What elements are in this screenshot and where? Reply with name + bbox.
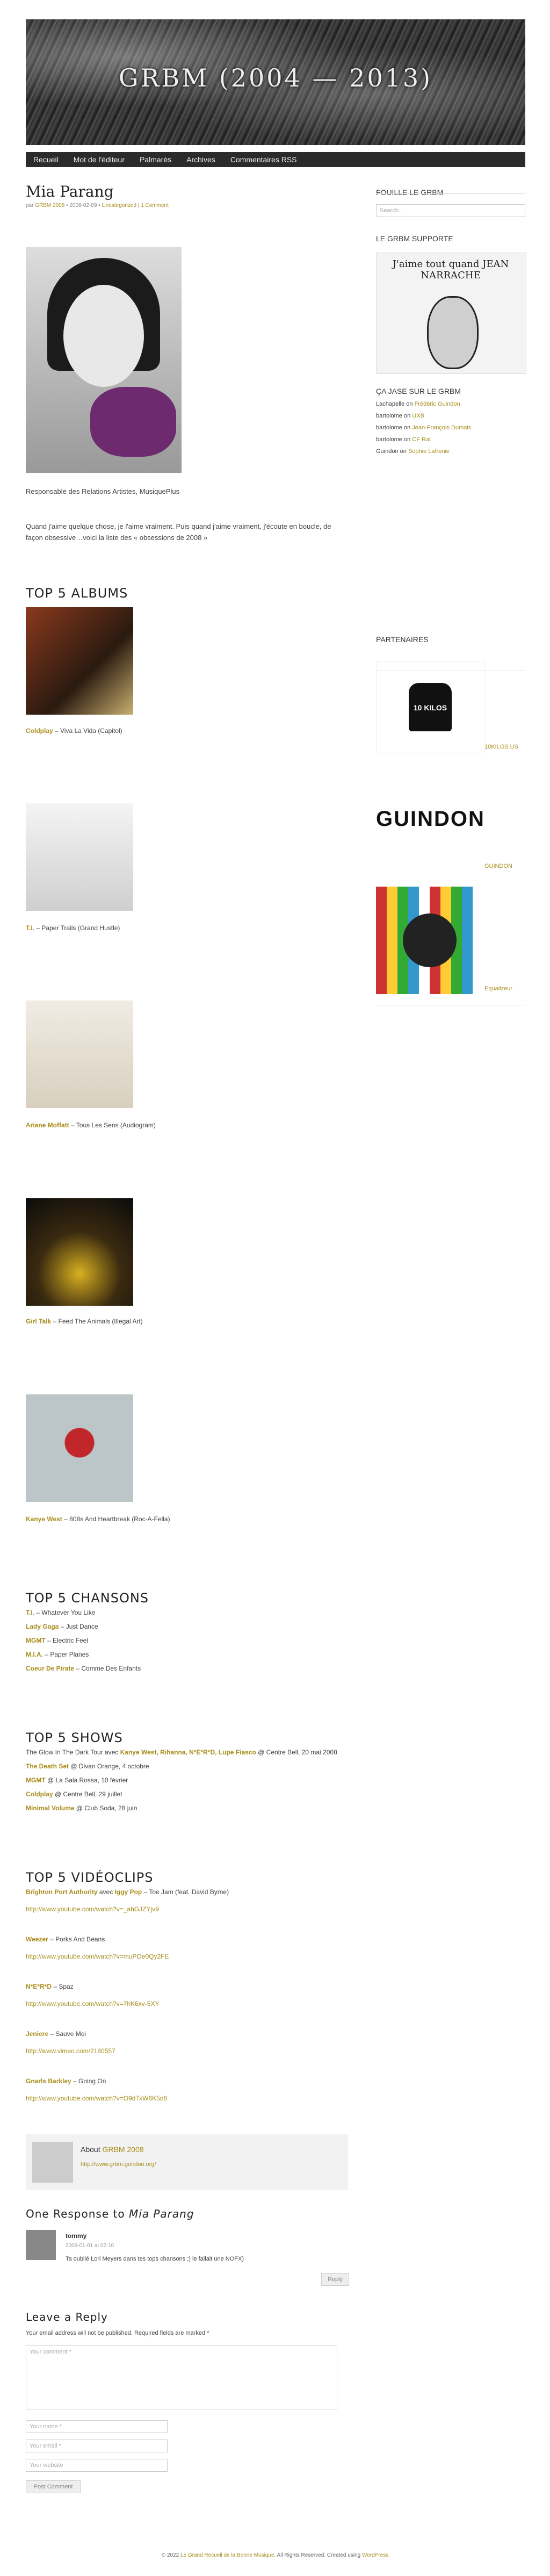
clips-heading: TOP 5 VIDÉOCLIPS <box>26 1870 154 1885</box>
comment-date[interactable]: 2009-01-01 at 02:10 <box>66 2243 114 2249</box>
post-meta: par GRBM 2008 • 2008-02-09 • Uncategoriz… <box>26 203 169 208</box>
nav-item-palmares[interactable]: Palmarès <box>132 152 179 167</box>
clip-url[interactable]: http://www.youtube.com/watch?v=muPOe0Qy2… <box>26 1953 169 1960</box>
comment-textarea[interactable]: Your comment * <box>26 2345 337 2409</box>
category-link[interactable]: Uncategorized <box>102 203 136 208</box>
reply-heading: Leave a Reply <box>26 2311 108 2323</box>
support-title: LE GRBM SUPPORTE <box>376 234 453 243</box>
mask-illustration <box>427 296 479 369</box>
post-comment-button[interactable]: Post Comment <box>26 2480 81 2493</box>
partner-logo-10kilos[interactable]: 10 KILOS <box>376 661 484 753</box>
clip-url[interactable]: http://www.vimeo.com/2180557 <box>26 2047 115 2055</box>
clip-item: Gnarls Barkley – Going On <box>26 2077 106 2085</box>
comment-author[interactable]: tommy <box>66 2232 86 2240</box>
partner-logo-equalizeur[interactable] <box>376 887 483 994</box>
show-item: Coldplay @ Centre Bell, 29 juillet <box>26 1790 122 1798</box>
post-title: Mia Parang <box>26 183 114 200</box>
divider <box>376 193 525 194</box>
role-text: Responsable des Relations Artistes, Musi… <box>26 487 180 495</box>
nav-item-archives[interactable]: Archives <box>179 152 223 167</box>
nav-item-rss[interactable]: Commentaires RSS <box>223 152 305 167</box>
songs-heading: TOP 5 CHANSONS <box>26 1591 149 1606</box>
recent-comment: Lachapelle on Frédéric Guindon <box>376 401 460 407</box>
clip-url[interactable]: http://www.youtube.com/watch?v=O9d7xW6K5… <box>26 2095 167 2102</box>
author-url[interactable]: http://www.grbm.gondon.org/ <box>81 2161 156 2168</box>
search-widget-title: FOUILLE LE GRBM <box>376 188 444 197</box>
recent-comment: bartolome on UXB <box>376 413 424 419</box>
intro-quote: Quand j'aime quelque chose, je l'aime vr… <box>26 522 331 542</box>
album-caption: Coldplay – Viva La Vida (Capitol) <box>26 727 122 735</box>
shows-heading: TOP 5 SHOWS <box>26 1730 123 1745</box>
commenter-avatar <box>26 2230 56 2260</box>
recent-comment: bartolome on Jean-François Dumais <box>376 424 472 431</box>
album-caption: Ariane Moffatt – Tous Les Sens (Audiogra… <box>26 1121 156 1129</box>
album-caption: Kanye West – 808s And Heartbreak (Roc-A-… <box>26 1515 170 1523</box>
album-cover-ariane[interactable] <box>26 1001 133 1108</box>
album-cover-girltalk[interactable] <box>26 1198 133 1306</box>
footer-site-link[interactable]: Le Grand Recueil de la Bonne Musique <box>180 2552 274 2558</box>
about-author-box: About GRBM 2008 http://www.grbm.gondon.o… <box>26 2134 348 2190</box>
author-avatar <box>32 2142 73 2183</box>
album-caption: Girl Talk – Feed The Animals (Illegal Ar… <box>26 1318 143 1325</box>
albums-heading: TOP 5 ALBUMS <box>26 586 128 601</box>
clip-item: Jeniere – Sauve Moi <box>26 2030 86 2038</box>
partner-link[interactable]: Equalizeur <box>484 985 512 992</box>
show-item: The Death Set @ Divan Orange, 4 octobre <box>26 1762 149 1770</box>
recent-comment: bartolome on CF Rat <box>376 436 431 443</box>
show-item: MGMT @ La Sala Rossa, 10 février <box>26 1776 128 1784</box>
song-item: Coeur De Pirate – Comme Des Enfants <box>26 1665 141 1672</box>
comment-text: Ta oublié Lori Meyers dans tes tops chan… <box>66 2256 244 2262</box>
site-title[interactable]: GRBM (2004 — 2013) <box>26 63 525 92</box>
comments-heading: One Response to Mia Parang <box>26 2207 194 2220</box>
album-cover-kanye[interactable] <box>26 1394 133 1502</box>
partners-title: PARTENAIRES <box>376 635 429 644</box>
jase-title: ÇA JASE SUR LE GRBM <box>376 387 461 395</box>
footer-tool-link[interactable]: WordPress <box>362 2552 388 2558</box>
nav-item-recueil[interactable]: Recueil <box>26 152 66 167</box>
clip-item: Weezer – Porks And Beans <box>26 1935 105 1943</box>
clip-item: Brighton Port Authority avec Iggy Pop – … <box>26 1888 229 1896</box>
song-item: MGMT – Electric Feel <box>26 1637 89 1644</box>
clip-item: N*E*R*D – Spaz <box>26 1983 74 1990</box>
support-poster[interactable]: J'aime tout quand JEAN NARRACHE <box>376 253 526 374</box>
recent-comment: Guindon on Sophie Lafrenie <box>376 448 450 455</box>
song-item: T.I. – Whatever You Like <box>26 1609 96 1616</box>
partner-link[interactable]: GUINDON <box>484 863 512 869</box>
show-item: Minimal Volume @ Club Soda, 28 juin <box>26 1804 138 1812</box>
post-date: 2008-02-09 <box>69 203 97 208</box>
album-cover-coldplay[interactable] <box>26 607 133 715</box>
partner-logo-guindon[interactable]: GUINDON <box>376 780 484 872</box>
album-cover-ti[interactable] <box>26 803 133 911</box>
search-input[interactable]: Search... <box>376 204 525 217</box>
support-poster-text: J'aime tout quand JEAN NARRACHE <box>392 258 509 281</box>
partner-link[interactable]: 10KILOS.US <box>484 744 518 750</box>
portrait-photo <box>26 247 182 473</box>
main-nav: Recueil Mot de l'éditeur Palmarès Archiv… <box>26 152 525 167</box>
author-name-link[interactable]: GRBM 2008 <box>102 2145 143 2154</box>
reply-button[interactable]: Reply <box>321 2273 349 2286</box>
reply-note: Your email address will not be published… <box>26 2330 209 2336</box>
site-banner[interactable]: GRBM (2004 — 2013) <box>26 19 525 145</box>
email-input[interactable]: Your email * <box>26 2440 168 2452</box>
clip-url[interactable]: http://www.youtube.com/watch?v=7hK6xv-5X… <box>26 2000 159 2007</box>
song-item: M.I.A. – Paper Planes <box>26 1651 89 1658</box>
name-input[interactable]: Your name * <box>26 2420 168 2433</box>
comments-link[interactable]: 1 Comment <box>141 203 169 208</box>
clip-url[interactable]: http://www.youtube.com/watch?v=_ahGJZYjv… <box>26 1905 159 1913</box>
album-caption: T.I. – Paper Trails (Grand Hustle) <box>26 924 120 932</box>
song-item: Lady Gaga – Just Dance <box>26 1623 98 1630</box>
show-item: The Glow In The Dark Tour avec Kanye Wes… <box>26 1748 337 1756</box>
site-footer: © 2022 Le Grand Recueil de la Bonne Musi… <box>161 2552 389 2558</box>
page: GRBM (2004 — 2013) Recueil Mot de l'édit… <box>0 0 550 2576</box>
website-input[interactable]: Your website <box>26 2459 168 2472</box>
main-content: Mia Parang par GRBM 2008 • 2008-02-09 • … <box>26 183 350 2493</box>
author-link[interactable]: GRBM 2008 <box>35 203 64 208</box>
nav-item-mot[interactable]: Mot de l'éditeur <box>66 152 132 167</box>
